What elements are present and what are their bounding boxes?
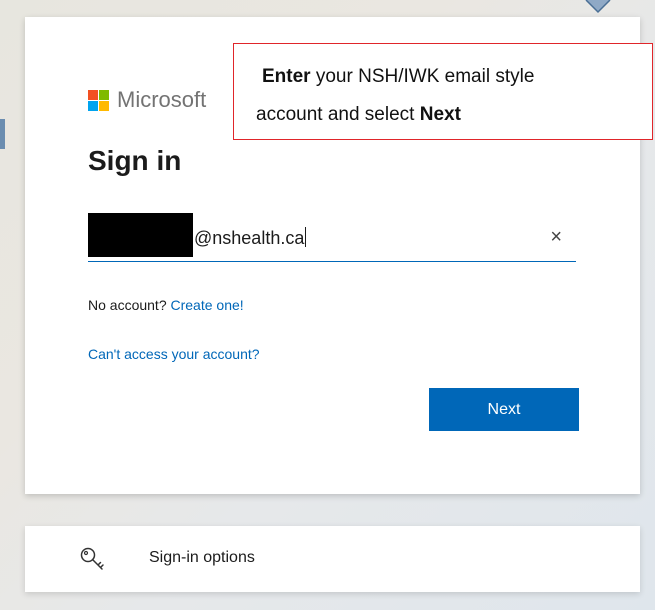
microsoft-logo: Microsoft	[88, 87, 206, 113]
page-title: Sign in	[88, 145, 182, 176]
callout-next-bold: Next	[419, 104, 461, 125]
callout-enter-bold: Enter	[262, 66, 311, 87]
callout-line-1-text: your NSH/IWK email style	[315, 66, 535, 87]
text-caret	[305, 227, 307, 247]
no-account-prefix: No account?	[88, 297, 167, 313]
microsoft-logo-text: Microsoft	[117, 87, 207, 112]
callout-line-2: account and select Next	[256, 104, 461, 126]
callout-line-2-text: account and select	[256, 104, 415, 125]
key-icon	[80, 547, 104, 570]
email-value-text: @nshealth.ca	[194, 228, 305, 248]
callout-line-1: Enter your NSH/IWK email style	[262, 66, 534, 88]
edge-marker	[0, 119, 5, 149]
sign-in-options-button[interactable]: Sign-in options	[25, 526, 640, 592]
next-button[interactable]: Next	[429, 388, 579, 431]
cant-access-link[interactable]: Can't access your account?	[88, 346, 260, 362]
clear-input-icon[interactable]: ×	[550, 227, 562, 247]
redaction-box	[88, 213, 193, 257]
down-arrow-icon	[585, 0, 611, 14]
instruction-callout: Enter your NSH/IWK email style account a…	[233, 43, 653, 140]
create-account-link[interactable]: Create one!	[171, 297, 244, 313]
no-account-text: No account? Create one!	[88, 297, 244, 313]
sign-in-options-label: Sign-in options	[149, 549, 255, 566]
email-input-value[interactable]: @nshealth.ca	[194, 227, 307, 249]
microsoft-logo-icon	[88, 89, 109, 111]
email-field[interactable]: @nshealth.ca ×	[88, 213, 576, 262]
